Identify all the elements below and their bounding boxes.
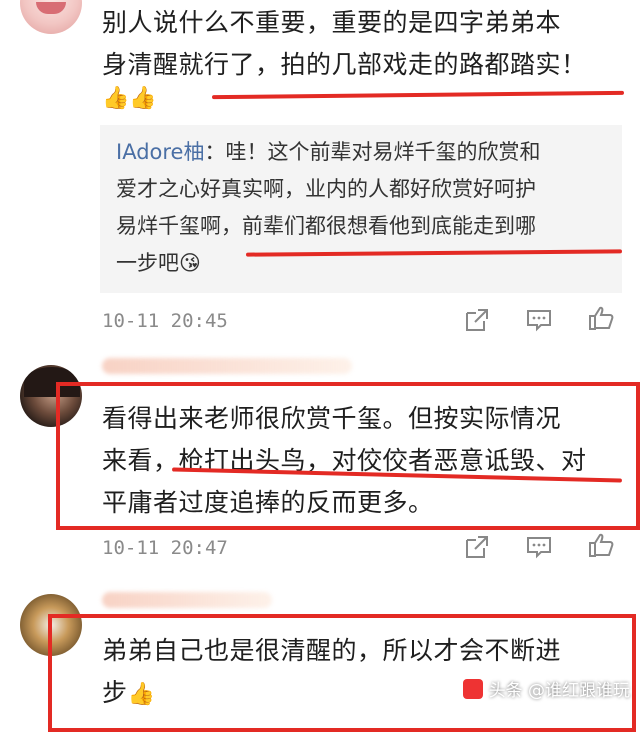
comment-text: 看得出来老师很欣赏千玺。但按实际情况 来看，枪打出头鸟，对佼佼者恶意诋毁、对 平… — [102, 398, 627, 524]
reply-content: ：哇！这个前辈对易烊千玺的欣赏和 — [204, 140, 541, 164]
like-icon[interactable] — [588, 305, 614, 331]
comment-line: 别人说什么不重要，重要的是四字弟弟本 — [102, 8, 562, 37]
watermark-text: 头条 @谁红跟谁玩 — [488, 681, 630, 701]
toutiao-logo-icon — [462, 678, 483, 699]
emoji: 👍 — [127, 682, 156, 707]
comment-line: 弟弟自己也是很清醒的，所以才会不断进 — [102, 636, 562, 665]
comment-icon[interactable] — [526, 307, 552, 333]
share-icon[interactable] — [464, 307, 490, 333]
comment-text: 别人说什么不重要，重要的是四字弟弟本 身清醒就行了，拍的几部戏走的路都踏实！ — [102, 2, 627, 86]
emoji: 😘 — [179, 251, 201, 275]
comment-icon[interactable] — [526, 534, 552, 560]
comment-line: 身清醒就行了，拍的几部戏走的路都踏实！ — [102, 50, 587, 79]
highlight-underline — [211, 90, 625, 100]
reply-text: IAdore柚：哇！这个前辈对易烊千玺的欣赏和 爱才之心好真实啊，业内的人都好欣… — [116, 134, 611, 282]
reply-line: IAdore柚：哇！这个前辈对易烊千玺的欣赏和 — [116, 134, 611, 171]
reply-username[interactable]: IAdore柚 — [116, 140, 204, 164]
watermark: 头条 @谁红跟谁玩 — [462, 676, 630, 701]
emoji: 👍👍 — [102, 86, 157, 111]
username-blurred[interactable] — [102, 358, 352, 374]
username-blurred[interactable] — [102, 592, 272, 608]
comment-line: 看得出来老师很欣赏千玺。但按实际情况 — [102, 404, 562, 433]
avatar-face — [36, 2, 66, 14]
like-icon[interactable] — [588, 532, 614, 558]
avatar[interactable] — [20, 0, 82, 34]
timestamp: 10-11 20:45 — [102, 310, 228, 332]
comment-line: 平庸者过度追捧的反而更多。 — [102, 488, 434, 517]
reply-line: 易烊千玺啊，前辈们都很想看他到底能走到哪 — [116, 214, 536, 238]
reply-content: 一步吧 — [116, 251, 179, 275]
share-icon[interactable] — [464, 534, 490, 560]
reply-line: 爱才之心好真实啊，业内的人都好欣赏好呵护 — [116, 177, 536, 201]
comment-text: 弟弟自己也是很清醒的，所以才会不断进 步👍 — [102, 630, 627, 716]
comment-content: 步 — [102, 678, 128, 707]
timestamp: 10-11 20:47 — [102, 537, 228, 559]
